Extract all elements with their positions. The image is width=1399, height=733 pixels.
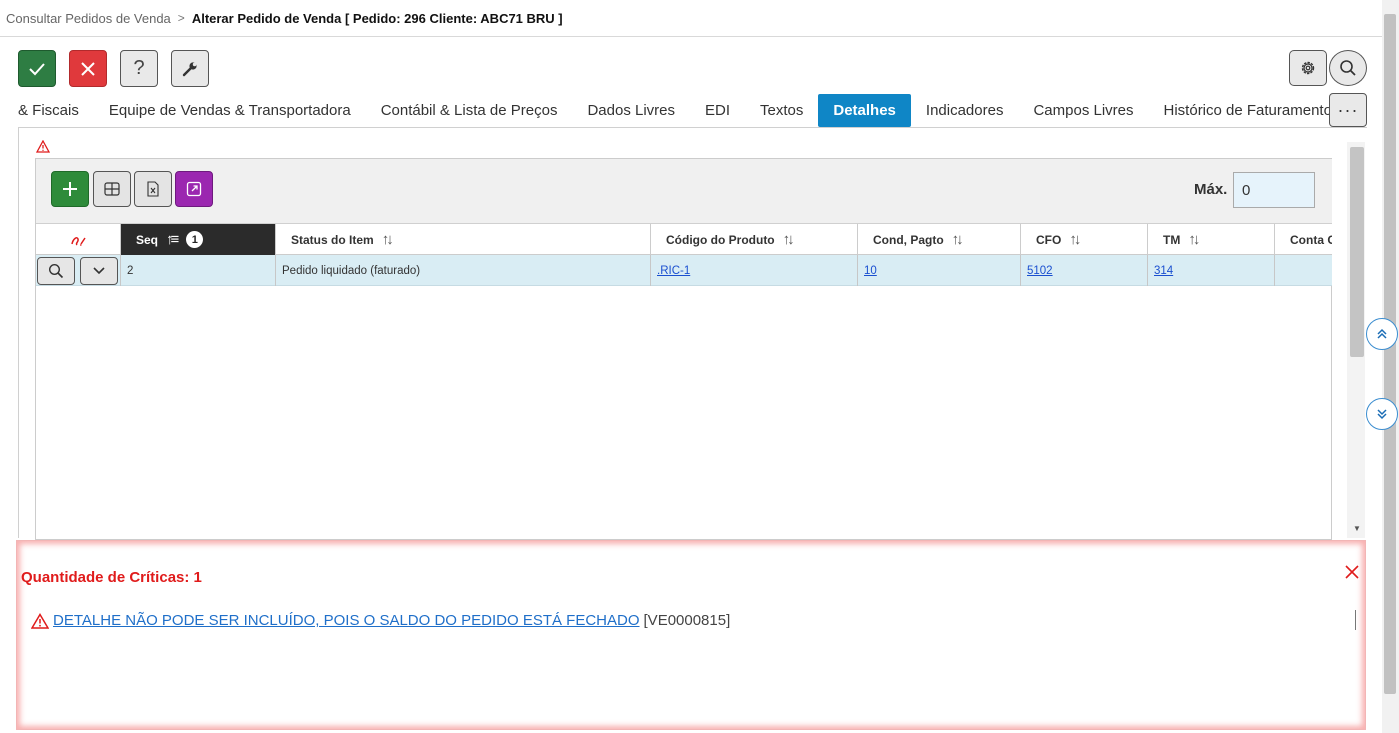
sort-order-badge: 1 bbox=[186, 231, 204, 248]
cell-produto: .RIC-1 bbox=[650, 255, 857, 286]
header-conta-label: Conta C bbox=[1290, 232, 1332, 247]
header-tm[interactable]: TM ↑↓ bbox=[1147, 224, 1274, 255]
close-icon bbox=[81, 61, 95, 76]
breadcrumb-parent-link[interactable]: Consultar Pedidos de Venda bbox=[6, 11, 171, 26]
tab-fiscais[interactable]: & Fiscais bbox=[0, 94, 94, 127]
header-tm-label: TM bbox=[1163, 232, 1181, 247]
cond-pagto-link[interactable]: 10 bbox=[864, 265, 877, 277]
cell-cfo: 5102 bbox=[1020, 255, 1147, 286]
row-expand-button[interactable] bbox=[80, 257, 118, 285]
page-scrollbar-thumb[interactable] bbox=[1384, 14, 1396, 694]
row-search-button[interactable] bbox=[37, 257, 75, 285]
close-icon[interactable] bbox=[1343, 563, 1361, 581]
cell-conta bbox=[1274, 255, 1332, 286]
more-tabs-button[interactable]: ··· bbox=[1329, 93, 1367, 127]
add-row-button[interactable] bbox=[51, 171, 89, 207]
tab-contabil[interactable]: Contábil & Lista de Preços bbox=[366, 94, 573, 127]
panel-scrollbar-thumb[interactable] bbox=[1350, 147, 1364, 357]
criticas-title: Quantidade de Críticas: 1 bbox=[21, 569, 202, 586]
breadcrumb-separator: > bbox=[177, 11, 185, 25]
header-conta[interactable]: Conta C bbox=[1274, 224, 1332, 255]
search-button[interactable] bbox=[1329, 50, 1367, 86]
tab-textos[interactable]: Textos bbox=[745, 94, 818, 127]
search-icon bbox=[1340, 60, 1356, 76]
warning-icon bbox=[31, 612, 49, 629]
table-header: Seq ↑≡ 1 Status do Item ↑↓ Código do Pro… bbox=[36, 224, 1332, 255]
header-seq[interactable]: Seq ↑≡ 1 bbox=[120, 224, 275, 255]
cell-seq: 2 bbox=[120, 255, 275, 286]
tab-campos-livres[interactable]: Campos Livres bbox=[1018, 94, 1148, 127]
check-icon bbox=[29, 62, 45, 75]
max-input[interactable] bbox=[1233, 172, 1315, 208]
tab-detalhes[interactable]: Detalhes bbox=[818, 93, 911, 127]
header-produto[interactable]: Código do Produto ↑↓ bbox=[650, 224, 857, 255]
plus-icon bbox=[63, 182, 77, 196]
tab-equipe-vendas[interactable]: Equipe de Vendas & Transportadora bbox=[94, 94, 366, 127]
wrench-icon bbox=[182, 61, 197, 76]
confirm-button[interactable] bbox=[18, 50, 56, 87]
export-excel-button[interactable] bbox=[134, 171, 172, 207]
sort-icon: ↑↓ bbox=[1188, 231, 1200, 248]
expand-icon bbox=[186, 181, 202, 197]
chevron-down-icon bbox=[93, 267, 105, 275]
settings-button[interactable] bbox=[1289, 50, 1327, 86]
produto-link[interactable]: .RIC-1 bbox=[657, 265, 690, 277]
grid-toolbar bbox=[36, 159, 1332, 224]
edit-columns-icon[interactable] bbox=[69, 233, 87, 247]
tab-edi[interactable]: EDI bbox=[690, 94, 745, 127]
scroll-to-bottom-button[interactable] bbox=[1366, 398, 1398, 430]
tools-button[interactable] bbox=[171, 50, 209, 87]
excel-icon bbox=[147, 181, 159, 197]
cell-status: Pedido liquidado (faturado) bbox=[275, 255, 650, 286]
header-cfo[interactable]: CFO ↑↓ bbox=[1020, 224, 1147, 255]
expand-button[interactable] bbox=[175, 171, 213, 207]
sort-icon: ↑↓ bbox=[782, 231, 795, 248]
search-icon bbox=[48, 263, 64, 279]
cell-cond: 10 bbox=[857, 255, 1020, 286]
table-icon bbox=[104, 182, 120, 196]
header-actions bbox=[36, 224, 120, 255]
help-label: ? bbox=[133, 57, 145, 79]
critica-item: DETALHE NÃO PODE SER INCLUÍDO, POIS O SA… bbox=[31, 612, 730, 629]
sort-icon: ↑↓ bbox=[951, 231, 964, 248]
header-cond-label: Cond, Pagto bbox=[873, 232, 944, 247]
header-produto-label: Código do Produto bbox=[666, 232, 775, 247]
critica-code: [VE0000815] bbox=[643, 612, 731, 629]
page: Consultar Pedidos de Venda > Alterar Ped… bbox=[0, 0, 1399, 733]
help-button[interactable]: ? bbox=[120, 50, 158, 87]
critica-message-link[interactable]: DETALHE NÃO PODE SER INCLUÍDO, POIS O SA… bbox=[53, 612, 640, 629]
sort-asc-icon: ↑≡ bbox=[166, 231, 179, 248]
scroll-to-top-button[interactable] bbox=[1366, 318, 1398, 350]
tab-bar: & Fiscais Equipe de Vendas & Transportad… bbox=[0, 93, 1329, 127]
tm-link[interactable]: 314 bbox=[1154, 265, 1173, 277]
criticas-panel bbox=[16, 540, 1366, 730]
tab-historico-faturamento[interactable]: Histórico de Faturamento bbox=[1149, 94, 1329, 127]
breadcrumb: Consultar Pedidos de Venda > Alterar Ped… bbox=[0, 0, 1382, 37]
sort-icon: ↑↓ bbox=[381, 231, 394, 248]
tab-indicadores[interactable]: Indicadores bbox=[911, 94, 1019, 127]
header-cfo-label: CFO bbox=[1036, 232, 1062, 247]
tab-dados-livres[interactable]: Dados Livres bbox=[572, 94, 690, 127]
table-row[interactable]: 2 Pedido liquidado (faturado) .RIC-1 10 … bbox=[36, 255, 1332, 286]
header-status-label: Status do Item bbox=[291, 232, 374, 247]
cancel-button[interactable] bbox=[69, 50, 107, 87]
max-label: Máx. bbox=[1194, 181, 1228, 198]
breadcrumb-current: Alterar Pedido de Venda [ Pedido: 296 Cl… bbox=[191, 10, 563, 26]
header-status[interactable]: Status do Item ↑↓ bbox=[275, 224, 650, 255]
header-seq-label: Seq bbox=[136, 232, 159, 247]
double-chevron-up-icon bbox=[1377, 328, 1387, 339]
cfo-link[interactable]: 5102 bbox=[1027, 265, 1053, 277]
gear-icon bbox=[1301, 61, 1315, 75]
scroll-down-arrow[interactable]: ▼ bbox=[1350, 524, 1364, 536]
header-cond-pagto[interactable]: Cond, Pagto ↑↓ bbox=[857, 224, 1020, 255]
text-cursor bbox=[1355, 610, 1356, 630]
warning-icon bbox=[36, 140, 50, 153]
table-layout-button[interactable] bbox=[93, 171, 131, 207]
double-chevron-down-icon bbox=[1377, 409, 1387, 420]
sort-icon: ↑↓ bbox=[1069, 231, 1081, 248]
cell-tm: 314 bbox=[1147, 255, 1274, 286]
